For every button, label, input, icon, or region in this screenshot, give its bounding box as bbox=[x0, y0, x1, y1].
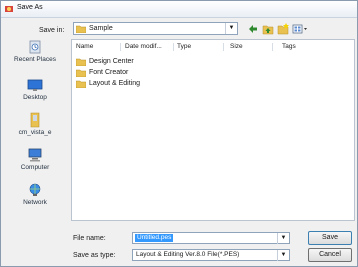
cancel-button[interactable]: Cancel bbox=[308, 248, 352, 262]
folder-icon bbox=[76, 80, 86, 88]
column-header-name[interactable]: Name bbox=[76, 43, 93, 50]
chevron-down-icon[interactable]: ▼ bbox=[277, 250, 289, 261]
column-divider[interactable] bbox=[223, 43, 224, 51]
user-folder-icon bbox=[30, 112, 40, 128]
app-icon bbox=[5, 6, 13, 12]
window-title: Save As bbox=[17, 4, 43, 11]
place-recent-places[interactable]: Recent Places bbox=[5, 39, 65, 69]
recent-places-icon bbox=[29, 40, 41, 54]
place-label: Recent Places bbox=[14, 56, 56, 63]
place-user[interactable]: cm_vista_e bbox=[5, 112, 65, 142]
place-network[interactable]: Network bbox=[5, 182, 65, 212]
column-header-size[interactable]: Size bbox=[230, 43, 243, 50]
file-name: Font Creator bbox=[89, 69, 129, 76]
folder-icon bbox=[76, 69, 86, 77]
chevron-down-icon[interactable]: ▼ bbox=[225, 23, 237, 34]
back-arrow-icon[interactable] bbox=[247, 23, 259, 35]
chevron-down-icon[interactable]: ▼ bbox=[277, 233, 289, 244]
file-name-value[interactable]: Untitled.pes bbox=[135, 234, 174, 242]
place-label: Desktop bbox=[23, 94, 47, 101]
file-name: Layout & Editing bbox=[89, 80, 140, 87]
file-name-label: File name: bbox=[73, 235, 106, 242]
column-header-tags[interactable]: Tags bbox=[282, 43, 296, 50]
save-as-type-value: Layout & Editing Ver.8.0 File(*.PES) bbox=[136, 251, 240, 258]
file-name: Design Center bbox=[89, 58, 134, 65]
title-bar: Save As bbox=[1, 1, 357, 18]
place-label: Network bbox=[23, 199, 47, 206]
place-computer[interactable]: Computer bbox=[5, 147, 65, 177]
save-in-label: Save in: bbox=[39, 27, 65, 34]
network-icon bbox=[29, 183, 41, 196]
place-desktop[interactable]: Desktop bbox=[5, 77, 65, 107]
save-in-dropdown[interactable]: Sample ▼ bbox=[73, 22, 238, 35]
file-name-input[interactable]: Untitled.pes ▼ bbox=[132, 232, 290, 244]
place-label: Computer bbox=[20, 164, 50, 171]
desktop-icon bbox=[27, 79, 43, 91]
computer-icon bbox=[28, 148, 42, 162]
column-header-date[interactable]: Date modif... bbox=[125, 43, 162, 50]
file-list[interactable]: Name Date modif... Type Size Tags Design… bbox=[71, 39, 355, 221]
up-folder-icon[interactable] bbox=[262, 23, 274, 35]
folder-icon bbox=[76, 58, 86, 66]
column-header-type[interactable]: Type bbox=[177, 43, 191, 50]
column-divider[interactable] bbox=[173, 43, 174, 51]
new-folder-icon[interactable] bbox=[277, 23, 289, 35]
views-menu-icon[interactable] bbox=[292, 23, 308, 35]
save-in-value: Sample bbox=[89, 25, 113, 32]
save-button[interactable]: Save bbox=[308, 231, 352, 245]
places-bar: Recent Places Desktop cm_vista_e Compute… bbox=[5, 39, 65, 219]
column-divider[interactable] bbox=[120, 43, 121, 51]
folder-icon bbox=[76, 25, 86, 33]
save-as-dialog: Save As Save in: Sample ▼ Recent Places … bbox=[0, 0, 358, 267]
save-as-type-label: Save as type: bbox=[73, 252, 116, 259]
save-as-type-dropdown[interactable]: Layout & Editing Ver.8.0 File(*.PES) ▼ bbox=[132, 249, 290, 261]
place-label: cm_vista_e bbox=[18, 129, 52, 136]
column-divider[interactable] bbox=[272, 43, 273, 51]
